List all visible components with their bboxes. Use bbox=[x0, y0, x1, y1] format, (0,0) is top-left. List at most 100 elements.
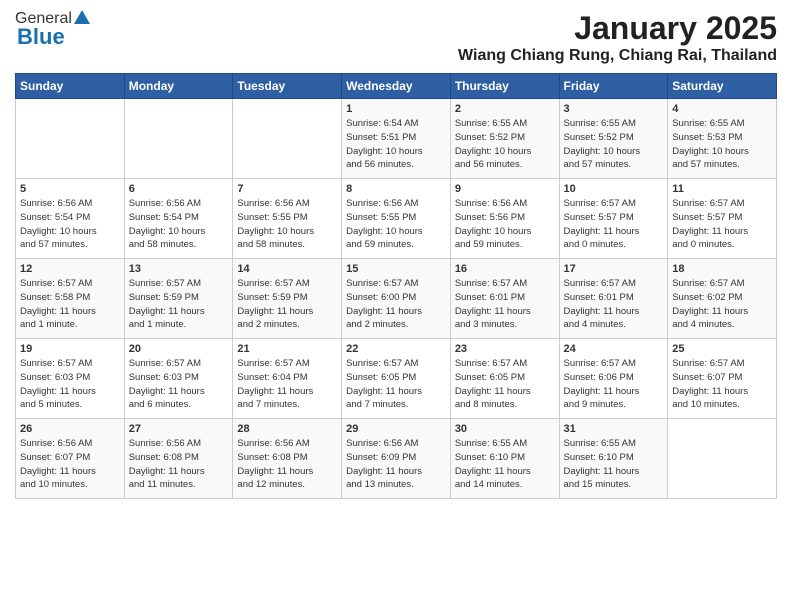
calendar-cell: 12 Sunrise: 6:57 AM Sunset: 5:58 PM Dayli… bbox=[16, 259, 125, 339]
calendar-cell: 10 Sunrise: 6:57 AM Sunset: 5:57 PM Dayli… bbox=[559, 179, 668, 259]
calendar-cell bbox=[233, 99, 342, 179]
day-number: 21 bbox=[237, 343, 337, 355]
calendar-cell: 8 Sunrise: 6:56 AM Sunset: 5:55 PM Daylig… bbox=[342, 179, 451, 259]
calendar-cell: 29 Sunrise: 6:56 AM Sunset: 6:09 PM Dayli… bbox=[342, 419, 451, 499]
calendar-cell bbox=[668, 419, 777, 499]
calendar-cell: 26 Sunrise: 6:56 AM Sunset: 6:07 PM Dayli… bbox=[16, 419, 125, 499]
day-number: 14 bbox=[237, 263, 337, 275]
day-info: Sunrise: 6:56 AM Sunset: 5:55 PM Dayligh… bbox=[346, 197, 446, 252]
calendar-week-0: 1Sunrise: 6:54 AM Sunset: 5:51 PM Daylig… bbox=[16, 99, 777, 179]
calendar-cell: 7Sunrise: 6:56 AM Sunset: 5:55 PM Daylig… bbox=[233, 179, 342, 259]
day-info: Sunrise: 6:54 AM Sunset: 5:51 PM Dayligh… bbox=[346, 117, 446, 172]
day-info: Sunrise: 6:57 AM Sunset: 5:58 PM Dayligh… bbox=[20, 277, 120, 332]
day-number: 13 bbox=[129, 263, 229, 275]
day-info: Sunrise: 6:57 AM Sunset: 6:04 PM Dayligh… bbox=[237, 357, 337, 412]
calendar-cell: 27 Sunrise: 6:56 AM Sunset: 6:08 PM Dayli… bbox=[124, 419, 233, 499]
header-row: SundayMondayTuesdayWednesdayThursdayFrid… bbox=[16, 74, 777, 99]
calendar-week-2: 12 Sunrise: 6:57 AM Sunset: 5:58 PM Dayli… bbox=[16, 259, 777, 339]
calendar-header: SundayMondayTuesdayWednesdayThursdayFrid… bbox=[16, 74, 777, 99]
day-number: 3 bbox=[564, 103, 664, 115]
day-number: 8 bbox=[346, 183, 446, 195]
header-day-thursday: Thursday bbox=[450, 74, 559, 99]
day-info: Sunrise: 6:56 AM Sunset: 5:54 PM Dayligh… bbox=[20, 197, 120, 252]
day-info: Sunrise: 6:57 AM Sunset: 6:03 PM Dayligh… bbox=[129, 357, 229, 412]
day-info: Sunrise: 6:57 AM Sunset: 5:59 PM Dayligh… bbox=[129, 277, 229, 332]
calendar-cell: 9Sunrise: 6:56 AM Sunset: 5:56 PM Daylig… bbox=[450, 179, 559, 259]
calendar-cell: 6Sunrise: 6:56 AM Sunset: 5:54 PM Daylig… bbox=[124, 179, 233, 259]
calendar-cell: 30Sunrise: 6:55 AM Sunset: 6:10 PM Dayli… bbox=[450, 419, 559, 499]
day-number: 5 bbox=[20, 183, 120, 195]
day-number: 2 bbox=[455, 103, 555, 115]
day-number: 19 bbox=[20, 343, 120, 355]
day-info: Sunrise: 6:57 AM Sunset: 6:01 PM Dayligh… bbox=[455, 277, 555, 332]
header-day-saturday: Saturday bbox=[668, 74, 777, 99]
day-number: 23 bbox=[455, 343, 555, 355]
header-day-sunday: Sunday bbox=[16, 74, 125, 99]
calendar-title: January 2025 bbox=[458, 10, 777, 47]
calendar-cell: 4 Sunrise: 6:55 AM Sunset: 5:53 PM Daylig… bbox=[668, 99, 777, 179]
day-info: Sunrise: 6:55 AM Sunset: 5:53 PM Dayligh… bbox=[672, 117, 772, 172]
header-day-tuesday: Tuesday bbox=[233, 74, 342, 99]
header-day-monday: Monday bbox=[124, 74, 233, 99]
calendar-week-3: 19 Sunrise: 6:57 AM Sunset: 6:03 PM Dayli… bbox=[16, 339, 777, 419]
day-info: Sunrise: 6:57 AM Sunset: 6:01 PM Dayligh… bbox=[564, 277, 664, 332]
day-number: 27 bbox=[129, 423, 229, 435]
calendar-cell: 1Sunrise: 6:54 AM Sunset: 5:51 PM Daylig… bbox=[342, 99, 451, 179]
calendar-cell: 28 Sunrise: 6:56 AM Sunset: 6:08 PM Dayli… bbox=[233, 419, 342, 499]
day-info: Sunrise: 6:57 AM Sunset: 5:59 PM Dayligh… bbox=[237, 277, 337, 332]
day-info: Sunrise: 6:55 AM Sunset: 5:52 PM Dayligh… bbox=[455, 117, 555, 172]
calendar-cell: 5 Sunrise: 6:56 AM Sunset: 5:54 PM Daylig… bbox=[16, 179, 125, 259]
calendar-cell: 19 Sunrise: 6:57 AM Sunset: 6:03 PM Dayli… bbox=[16, 339, 125, 419]
calendar-week-1: 5 Sunrise: 6:56 AM Sunset: 5:54 PM Daylig… bbox=[16, 179, 777, 259]
calendar-week-4: 26 Sunrise: 6:56 AM Sunset: 6:07 PM Dayli… bbox=[16, 419, 777, 499]
calendar-cell: 11Sunrise: 6:57 AM Sunset: 5:57 PM Dayli… bbox=[668, 179, 777, 259]
calendar-cell: 14 Sunrise: 6:57 AM Sunset: 5:59 PM Dayli… bbox=[233, 259, 342, 339]
day-number: 17 bbox=[564, 263, 664, 275]
calendar-cell: 25 Sunrise: 6:57 AM Sunset: 6:07 PM Dayli… bbox=[668, 339, 777, 419]
logo-icon bbox=[73, 8, 91, 26]
day-info: Sunrise: 6:56 AM Sunset: 6:08 PM Dayligh… bbox=[237, 437, 337, 492]
calendar-location: Wiang Chiang Rung, Chiang Rai, Thailand bbox=[458, 47, 777, 65]
calendar-cell: 3 Sunrise: 6:55 AM Sunset: 5:52 PM Daylig… bbox=[559, 99, 668, 179]
day-number: 29 bbox=[346, 423, 446, 435]
day-number: 15 bbox=[346, 263, 446, 275]
calendar-cell: 13 Sunrise: 6:57 AM Sunset: 5:59 PM Dayli… bbox=[124, 259, 233, 339]
calendar-cell: 2 Sunrise: 6:55 AM Sunset: 5:52 PM Daylig… bbox=[450, 99, 559, 179]
day-info: Sunrise: 6:57 AM Sunset: 6:00 PM Dayligh… bbox=[346, 277, 446, 332]
day-info: Sunrise: 6:56 AM Sunset: 6:07 PM Dayligh… bbox=[20, 437, 120, 492]
day-info: Sunrise: 6:57 AM Sunset: 6:03 PM Dayligh… bbox=[20, 357, 120, 412]
day-info: Sunrise: 6:57 AM Sunset: 6:05 PM Dayligh… bbox=[346, 357, 446, 412]
day-info: Sunrise: 6:57 AM Sunset: 6:07 PM Dayligh… bbox=[672, 357, 772, 412]
calendar-cell: 21 Sunrise: 6:57 AM Sunset: 6:04 PM Dayli… bbox=[233, 339, 342, 419]
day-number: 10 bbox=[564, 183, 664, 195]
day-info: Sunrise: 6:57 AM Sunset: 5:57 PM Dayligh… bbox=[672, 197, 772, 252]
day-number: 24 bbox=[564, 343, 664, 355]
calendar-cell: 22Sunrise: 6:57 AM Sunset: 6:05 PM Dayli… bbox=[342, 339, 451, 419]
day-number: 4 bbox=[672, 103, 772, 115]
day-info: Sunrise: 6:56 AM Sunset: 6:08 PM Dayligh… bbox=[129, 437, 229, 492]
calendar-table: SundayMondayTuesdayWednesdayThursdayFrid… bbox=[15, 73, 777, 499]
calendar-cell: 20Sunrise: 6:57 AM Sunset: 6:03 PM Dayli… bbox=[124, 339, 233, 419]
title-block: January 2025 Wiang Chiang Rung, Chiang R… bbox=[458, 10, 777, 65]
day-info: Sunrise: 6:56 AM Sunset: 5:54 PM Dayligh… bbox=[129, 197, 229, 252]
day-info: Sunrise: 6:56 AM Sunset: 6:09 PM Dayligh… bbox=[346, 437, 446, 492]
day-number: 26 bbox=[20, 423, 120, 435]
day-info: Sunrise: 6:57 AM Sunset: 5:57 PM Dayligh… bbox=[564, 197, 664, 252]
day-info: Sunrise: 6:55 AM Sunset: 6:10 PM Dayligh… bbox=[455, 437, 555, 492]
day-number: 28 bbox=[237, 423, 337, 435]
day-info: Sunrise: 6:57 AM Sunset: 6:06 PM Dayligh… bbox=[564, 357, 664, 412]
day-number: 18 bbox=[672, 263, 772, 275]
day-info: Sunrise: 6:57 AM Sunset: 6:05 PM Dayligh… bbox=[455, 357, 555, 412]
calendar-cell: 24 Sunrise: 6:57 AM Sunset: 6:06 PM Dayli… bbox=[559, 339, 668, 419]
day-number: 12 bbox=[20, 263, 120, 275]
page-header: General Blue January 2025 Wiang Chiang R… bbox=[15, 10, 777, 65]
day-number: 25 bbox=[672, 343, 772, 355]
day-info: Sunrise: 6:55 AM Sunset: 6:10 PM Dayligh… bbox=[564, 437, 664, 492]
calendar-body: 1Sunrise: 6:54 AM Sunset: 5:51 PM Daylig… bbox=[16, 99, 777, 499]
calendar-cell: 18Sunrise: 6:57 AM Sunset: 6:02 PM Dayli… bbox=[668, 259, 777, 339]
calendar-cell: 31Sunrise: 6:55 AM Sunset: 6:10 PM Dayli… bbox=[559, 419, 668, 499]
calendar-cell bbox=[124, 99, 233, 179]
day-number: 9 bbox=[455, 183, 555, 195]
day-info: Sunrise: 6:55 AM Sunset: 5:52 PM Dayligh… bbox=[564, 117, 664, 172]
calendar-cell: 17 Sunrise: 6:57 AM Sunset: 6:01 PM Dayli… bbox=[559, 259, 668, 339]
